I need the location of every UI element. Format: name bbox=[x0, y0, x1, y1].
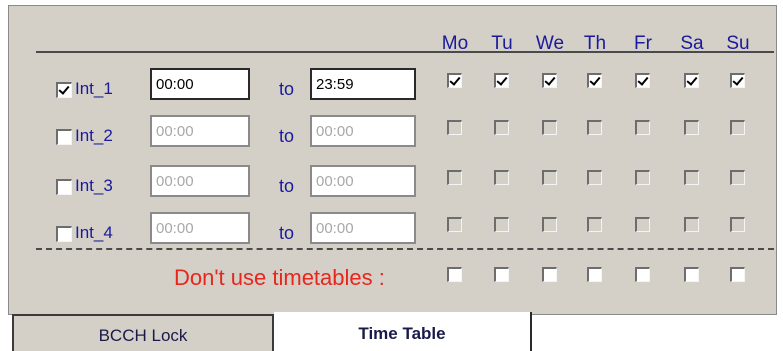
int-4-su-checkbox[interactable] bbox=[730, 217, 745, 232]
time-table-panel: Mo Tu We Th Fr Sa Su Int_1 00:00 to 23:59 In… bbox=[8, 5, 777, 315]
int-3-su-checkbox[interactable] bbox=[730, 170, 745, 185]
int-3-tu-checkbox[interactable] bbox=[494, 170, 509, 185]
int-2-enable-checkbox[interactable] bbox=[56, 129, 72, 145]
day-header-mo: Mo bbox=[441, 33, 469, 54]
dont-use-tu-checkbox[interactable] bbox=[494, 267, 509, 282]
int-1-to-field[interactable]: 23:59 bbox=[310, 68, 416, 100]
int-3-we-checkbox[interactable] bbox=[542, 170, 557, 185]
int-4-to-field[interactable]: 00:00 bbox=[310, 212, 416, 244]
int-3-to-label: to bbox=[279, 176, 295, 196]
day-header-we: We bbox=[535, 33, 565, 54]
day-header-su: Su bbox=[726, 33, 750, 54]
dont-use-fr-checkbox[interactable] bbox=[635, 267, 650, 282]
int-2-we-checkbox[interactable] bbox=[542, 120, 557, 135]
dashed-divider bbox=[36, 248, 774, 250]
dont-use-th-checkbox[interactable] bbox=[587, 267, 602, 282]
int-3-fr-checkbox[interactable] bbox=[635, 170, 650, 185]
int-2-tu-checkbox[interactable] bbox=[494, 120, 509, 135]
int-4-to-label: to bbox=[279, 223, 295, 243]
dont-use-timetables-label: Don't use timetables : bbox=[174, 265, 385, 290]
int-4-tu-checkbox[interactable] bbox=[494, 217, 509, 232]
int-4-enable-checkbox[interactable] bbox=[56, 226, 72, 242]
int-1-th-checkbox[interactable] bbox=[587, 73, 602, 88]
day-header-sa: Sa bbox=[680, 33, 704, 54]
dont-use-sa-checkbox[interactable] bbox=[684, 267, 699, 282]
int-2-to-label: to bbox=[279, 126, 295, 146]
int-2-th-checkbox[interactable] bbox=[587, 120, 602, 135]
int-2-sa-checkbox[interactable] bbox=[684, 120, 699, 135]
int-4-we-checkbox[interactable] bbox=[542, 217, 557, 232]
int-1-label: Int_1 bbox=[75, 79, 113, 98]
int-3-label: Int_3 bbox=[75, 176, 113, 195]
int-2-from-field[interactable]: 00:00 bbox=[150, 115, 250, 147]
int-1-enable-checkbox[interactable] bbox=[56, 82, 72, 98]
int-4-sa-checkbox[interactable] bbox=[684, 217, 699, 232]
int-1-fr-checkbox[interactable] bbox=[635, 73, 650, 88]
int-3-th-checkbox[interactable] bbox=[587, 170, 602, 185]
int-1-from-field[interactable]: 00:00 bbox=[150, 68, 250, 100]
int-3-mo-checkbox[interactable] bbox=[447, 170, 462, 185]
int-1-tu-checkbox[interactable] bbox=[494, 73, 509, 88]
int-1-to-label: to bbox=[279, 79, 295, 99]
int-2-label: Int_2 bbox=[75, 126, 113, 145]
int-1-mo-checkbox[interactable] bbox=[447, 73, 462, 88]
int-3-to-field[interactable]: 00:00 bbox=[310, 165, 416, 197]
tab-time-table[interactable]: Time Table bbox=[274, 312, 532, 351]
int-3-enable-checkbox[interactable] bbox=[56, 179, 72, 195]
day-header-tu: Tu bbox=[491, 33, 513, 54]
int-2-su-checkbox[interactable] bbox=[730, 120, 745, 135]
int-3-sa-checkbox[interactable] bbox=[684, 170, 699, 185]
int-1-su-checkbox[interactable] bbox=[730, 73, 745, 88]
int-4-fr-checkbox[interactable] bbox=[635, 217, 650, 232]
int-4-mo-checkbox[interactable] bbox=[447, 217, 462, 232]
dont-use-we-checkbox[interactable] bbox=[542, 267, 557, 282]
int-3-from-field[interactable]: 00:00 bbox=[150, 165, 250, 197]
int-4-from-field[interactable]: 00:00 bbox=[150, 212, 250, 244]
int-1-we-checkbox[interactable] bbox=[542, 73, 557, 88]
int-2-mo-checkbox[interactable] bbox=[447, 120, 462, 135]
int-4-th-checkbox[interactable] bbox=[587, 217, 602, 232]
day-header-th: Th bbox=[583, 33, 607, 54]
int-4-label: Int_4 bbox=[75, 223, 113, 242]
tab-bcch-lock[interactable]: BCCH Lock bbox=[12, 314, 274, 351]
int-2-fr-checkbox[interactable] bbox=[635, 120, 650, 135]
int-2-to-field[interactable]: 00:00 bbox=[310, 115, 416, 147]
dont-use-su-checkbox[interactable] bbox=[730, 267, 745, 282]
dont-use-mo-checkbox[interactable] bbox=[447, 267, 462, 282]
day-header-fr: Fr bbox=[634, 33, 652, 54]
int-1-sa-checkbox[interactable] bbox=[684, 73, 699, 88]
